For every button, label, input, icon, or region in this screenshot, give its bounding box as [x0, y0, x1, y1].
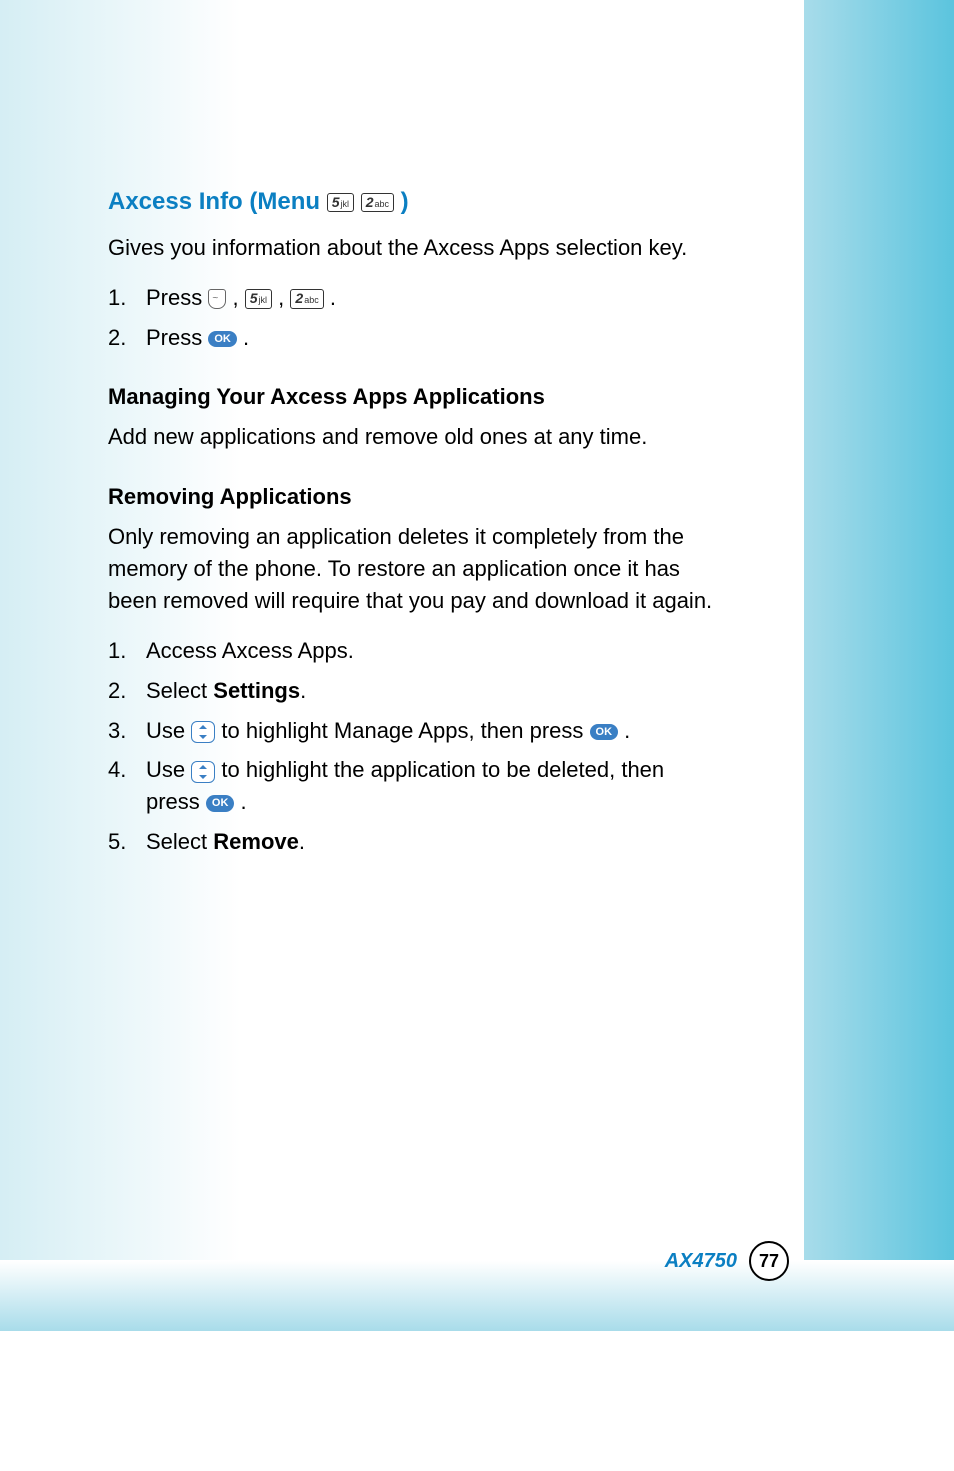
key-5-icon: 5jkl — [245, 289, 272, 308]
step-content: Select Settings. — [146, 675, 718, 707]
step-content: Press , 5jkl , 2abc . — [146, 282, 718, 314]
steps-list-1: 1. Press , 5jkl , 2abc . 2. Press OK . — [108, 282, 718, 354]
subheading-managing: Managing Your Axcess Apps Applications — [108, 381, 718, 413]
title-suffix: ) — [401, 188, 409, 215]
intro-text: Gives you information about the Axcess A… — [108, 232, 718, 264]
key-2-icon: 2abc — [361, 193, 394, 212]
list-item: 3. Use to highlight Manage Apps, then pr… — [108, 715, 718, 747]
step-content: Select Remove. — [146, 826, 718, 858]
title-prefix: Axcess Info (Menu — [108, 188, 320, 215]
bottom-gradient — [0, 1261, 954, 1331]
list-item: 2. Press OK . — [108, 322, 718, 354]
step-number: 5. — [108, 826, 146, 858]
paragraph: Only removing an application deletes it … — [108, 521, 718, 617]
list-item: 4. Use to highlight the application to b… — [108, 754, 718, 818]
paragraph: Add new applications and remove old ones… — [108, 421, 718, 453]
list-item: 1. Access Axcess Apps. — [108, 635, 718, 667]
step-number: 1. — [108, 635, 146, 667]
right-sidebar-background — [804, 0, 954, 1260]
key-5-icon: 5jkl — [327, 193, 354, 212]
step-content: Use to highlight Manage Apps, then press… — [146, 715, 718, 747]
menu-key-icon — [208, 289, 226, 309]
ok-button-icon: OK — [208, 331, 237, 347]
step-content: Use to highlight the application to be d… — [146, 754, 718, 818]
key-2-icon: 2abc — [290, 289, 323, 308]
step-number: 2. — [108, 322, 146, 354]
model-label: AX4750 — [665, 1250, 737, 1273]
subheading-removing: Removing Applications — [108, 481, 718, 513]
step-content: Access Axcess Apps. — [146, 635, 718, 667]
step-number: 4. — [108, 754, 146, 818]
nav-up-down-icon — [191, 721, 215, 743]
ok-button-icon: OK — [206, 795, 235, 811]
step-number: 3. — [108, 715, 146, 747]
list-item: 1. Press , 5jkl , 2abc . — [108, 282, 718, 314]
list-item: 2. Select Settings. — [108, 675, 718, 707]
section-title: Axcess Info (Menu 5jkl 2abc ) — [108, 185, 718, 220]
steps-list-2: 1. Access Axcess Apps. 2. Select Setting… — [108, 635, 718, 858]
page-number: 77 — [749, 1241, 789, 1281]
page-content: Axcess Info (Menu 5jkl 2abc ) Gives you … — [108, 185, 718, 886]
list-item: 5. Select Remove. — [108, 826, 718, 858]
nav-up-down-icon — [191, 761, 215, 783]
step-number: 2. — [108, 675, 146, 707]
page-footer: AX4750 77 — [665, 1241, 789, 1281]
ok-button-icon: OK — [590, 724, 619, 740]
step-number: 1. — [108, 282, 146, 314]
step-content: Press OK . — [146, 322, 718, 354]
